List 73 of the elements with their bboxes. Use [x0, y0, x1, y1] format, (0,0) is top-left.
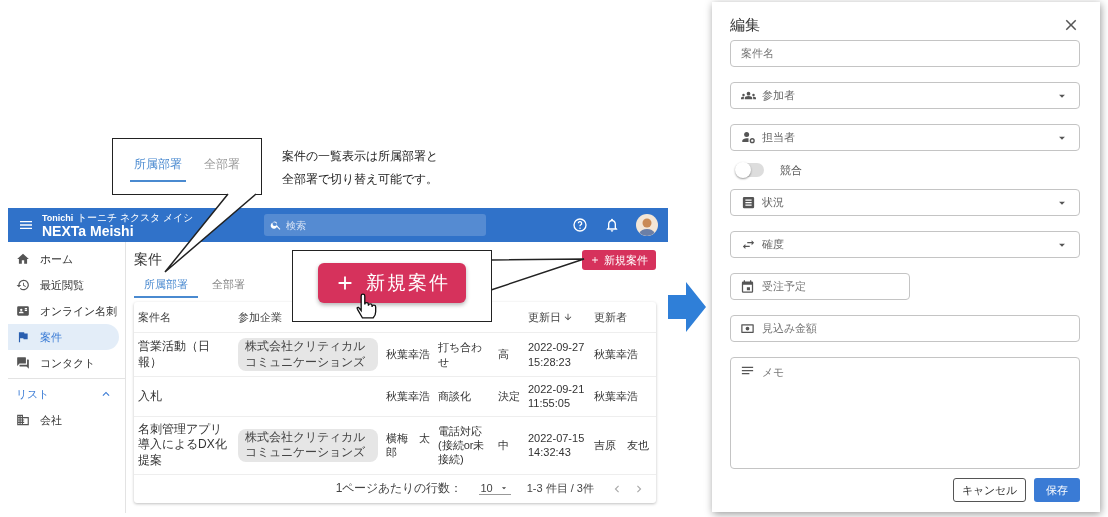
sidebar-item[interactable]: 最近閲覧 — [8, 272, 119, 298]
rows-per-page-label: 1ページあたりの行数： — [335, 480, 463, 498]
new-item-button[interactable]: 新規案件 — [318, 263, 466, 303]
table-cell: 横梅 太郎 — [386, 431, 430, 459]
table-cell: 入札 — [138, 388, 162, 403]
toggle-switch[interactable] — [736, 163, 764, 177]
brand-reading: トーニチ ネクスタ メイシ — [77, 212, 193, 223]
toggle-label: 競合 — [780, 162, 802, 178]
save-button[interactable]: 保存 — [1034, 478, 1080, 502]
column-header: 参加企業 — [238, 309, 282, 325]
tab[interactable]: 所属部署 — [134, 272, 198, 298]
dialog-title: 編集 — [730, 15, 760, 35]
select-field[interactable]: 参加者 — [730, 82, 1080, 109]
tab[interactable]: 全部署 — [202, 272, 255, 298]
date-field[interactable]: 受注予定 — [730, 273, 910, 300]
table-cell: 秋葉幸浩 — [386, 390, 430, 403]
new-item-button[interactable]: 新規案件 — [582, 250, 656, 270]
search-icon — [270, 219, 282, 231]
pointer-hand-icon — [355, 293, 377, 319]
table-cell: 中 — [498, 439, 509, 451]
table-cell: 電話対応 (接続or未接続) — [438, 424, 485, 466]
sidebar-item[interactable]: 案件 — [8, 324, 119, 350]
table-cell: 打ち合わせ — [438, 341, 482, 368]
table-cell: 高 — [498, 348, 509, 361]
app-logo-text: NEXTa Meishi — [42, 223, 135, 238]
company-tag: 株式会社クリティカルコミュニケーションズ — [238, 338, 378, 372]
list-box-icon — [741, 195, 756, 210]
building-icon — [16, 413, 30, 427]
id-card-icon — [16, 304, 30, 318]
table-cell: 秋葉幸浩 — [594, 390, 638, 403]
calendar-icon — [740, 279, 755, 294]
chat-icon — [16, 356, 30, 370]
rows-per-page-select[interactable]: 10 — [478, 482, 511, 496]
company-tag: 株式会社クリティカルコミュニケーションズ — [238, 428, 378, 462]
table-cell: 営業活動（日報） — [138, 339, 210, 369]
table-cell: 2022-09-21 11:55:05 — [528, 383, 585, 410]
column-header: 案件名 — [138, 309, 171, 325]
text-field[interactable]: 見込み金額 — [730, 315, 1080, 342]
column-header: 更新者 — [594, 309, 627, 325]
avatar[interactable] — [636, 214, 658, 236]
sidebar-item[interactable]: コンタクト — [8, 350, 119, 376]
arrow-icon — [668, 282, 706, 332]
cash-icon — [740, 321, 755, 336]
bell-icon[interactable] — [604, 217, 620, 233]
cancel-button[interactable]: キャンセル — [953, 478, 1026, 502]
sidebar-item[interactable]: 会社 — [8, 407, 119, 433]
table-cell: 秋葉幸浩 — [594, 348, 638, 361]
brand-name: Tonichi — [42, 213, 74, 223]
sidebar-item[interactable]: オンライン名刺 — [8, 298, 119, 324]
table-cell: 名刺管理アプリ導入によるDX化提案 — [138, 421, 227, 467]
column-header: 更新日 — [528, 309, 561, 325]
select-field[interactable]: 状況 — [730, 189, 1080, 216]
caption: 案件の一覧表示は所属部署と全部署で切り替え可能です。 — [282, 148, 439, 188]
text-field[interactable]: 案件名 — [730, 40, 1080, 67]
select-field[interactable]: 担当者 — [730, 124, 1080, 151]
flag-icon — [16, 330, 30, 344]
sidebar-item[interactable]: ホーム — [8, 246, 119, 272]
table-cell: 吉原 友也 — [594, 439, 649, 451]
table-cell: 決定 — [498, 390, 520, 403]
page-title: 案件 — [134, 251, 162, 269]
page-range: 1-3 件目 / 3件 — [526, 481, 594, 497]
select-field[interactable]: 確度 — [730, 231, 1080, 258]
tab[interactable]: 所属部署 — [130, 151, 186, 182]
home-icon — [16, 252, 30, 266]
table-cell: 2022-07-15 14:32:43 — [528, 431, 585, 459]
memo-field[interactable]: メモ — [730, 357, 1080, 469]
table-cell: 商談化 — [438, 390, 471, 403]
sidebar-section[interactable]: リスト — [8, 381, 125, 407]
help-icon[interactable] — [572, 217, 588, 233]
history-icon — [16, 278, 30, 292]
table-cell: 秋葉幸浩 — [386, 348, 430, 361]
table-cell: 2022-09-27 15:28:23 — [528, 341, 585, 368]
person-gear-icon — [741, 130, 756, 145]
